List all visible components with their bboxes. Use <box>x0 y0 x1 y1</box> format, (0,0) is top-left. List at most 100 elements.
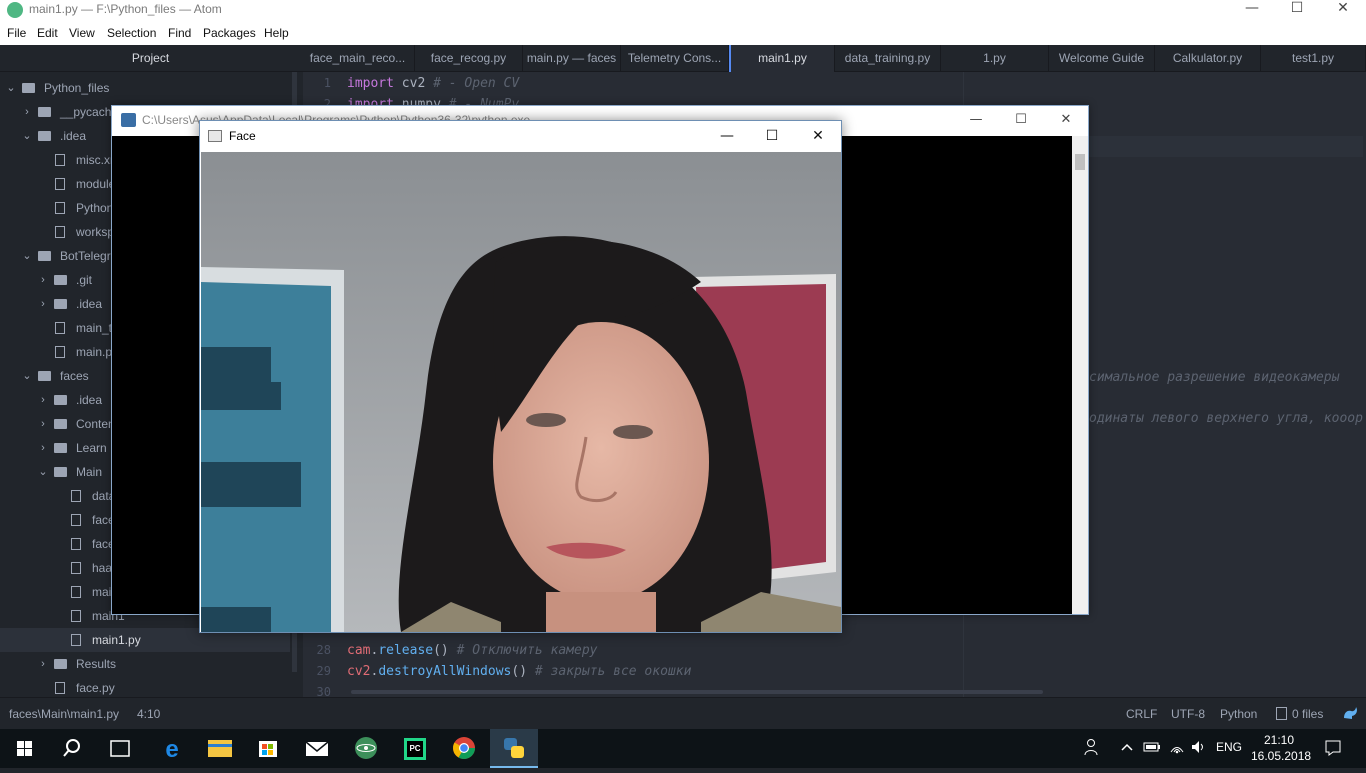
clock-time: 21:10 <box>1263 733 1295 747</box>
minimize-button[interactable]: — <box>1229 0 1275 21</box>
menu-bar: File Edit View Selection Find Packages H… <box>0 21 1366 45</box>
tree-file[interactable]: face.py <box>0 676 290 697</box>
tree-folder[interactable]: › Results <box>0 652 290 676</box>
folder-icon <box>54 275 67 285</box>
tab-welcome-guide[interactable]: Welcome Guide <box>1049 45 1155 72</box>
line-number: 1 <box>323 76 331 90</box>
file-icon <box>71 586 81 598</box>
taskbar-pycharm[interactable]: PC <box>391 729 439 768</box>
tab-data-training[interactable]: data_training.py <box>835 45 941 72</box>
tab-face-main-reco[interactable]: face_main_reco... <box>301 45 415 72</box>
task-view-button[interactable] <box>96 729 144 768</box>
file-icon <box>71 514 81 526</box>
taskbar-atom[interactable] <box>342 729 390 768</box>
folder-icon <box>38 371 51 381</box>
battery-icon[interactable] <box>1143 739 1161 758</box>
line-number: 28 <box>316 643 331 657</box>
taskbar-chrome[interactable] <box>440 729 488 768</box>
tab-main-faces[interactable]: main.py — faces <box>523 45 621 72</box>
taskbar-edge[interactable]: e <box>148 729 196 768</box>
chevron-up-icon[interactable] <box>1120 738 1134 759</box>
face-camera-window: Face — ☐ ✕ <box>199 120 842 633</box>
comment: # закрыть все окошки <box>527 664 692 679</box>
status-git-files[interactable]: 0 files <box>1292 707 1323 721</box>
language-indicator[interactable]: ENG <box>1216 740 1242 754</box>
status-grammar[interactable]: Python <box>1220 707 1257 721</box>
chevron-right-icon[interactable]: › <box>38 652 48 676</box>
atom-icon <box>355 737 377 759</box>
status-cursor-position[interactable]: 4:10 <box>137 707 160 721</box>
start-button[interactable] <box>0 729 48 768</box>
folder-icon <box>22 83 35 93</box>
menu-find[interactable]: Find <box>168 26 191 40</box>
face-close-button[interactable]: ✕ <box>795 125 841 147</box>
chevron-down-icon[interactable]: ⌄ <box>6 76 16 100</box>
people-icon[interactable] <box>1083 738 1099 759</box>
chevron-right-icon[interactable]: › <box>38 268 48 292</box>
squirrel-update-icon[interactable] <box>1342 706 1358 723</box>
taskbar-mail[interactable] <box>293 729 341 768</box>
system-clock[interactable]: 21:10 16.05.2018 <box>1251 732 1311 764</box>
tab-calkulator[interactable]: Calkulator.py <box>1155 45 1261 72</box>
parens: () <box>433 643 449 658</box>
chevron-right-icon[interactable]: › <box>38 292 48 316</box>
menu-selection[interactable]: Selection <box>107 26 156 40</box>
menu-view[interactable]: View <box>69 26 95 40</box>
svg-text:PC: PC <box>409 744 420 753</box>
window-icon <box>208 130 222 142</box>
face-minimize-button[interactable]: — <box>704 125 750 147</box>
tree-item-label: Python_files <box>44 81 110 95</box>
tree-item-label: .git <box>76 273 93 287</box>
tab-1py[interactable]: 1.py <box>941 45 1049 72</box>
code-comment-fragment: симальное разрешение видеокамеры <box>1089 370 1340 385</box>
tree-item-label: faces <box>60 369 89 383</box>
chevron-down-icon[interactable]: ⌄ <box>38 460 48 484</box>
face-maximize-button[interactable]: ☐ <box>749 125 795 147</box>
tree-item-label: main1.py <box>92 633 141 647</box>
maximize-button[interactable]: ☐ <box>1274 0 1320 21</box>
chevron-right-icon[interactable]: › <box>38 388 48 412</box>
tab-telemetry-console[interactable]: Telemetry Cons... <box>621 45 729 72</box>
tab-face-recog[interactable]: face_recog.py <box>415 45 523 72</box>
chevron-down-icon[interactable]: ⌄ <box>22 244 32 268</box>
tree-item-label: .idea <box>76 393 103 407</box>
tab-test1[interactable]: test1.py <box>1261 45 1366 72</box>
file-icon <box>71 490 81 502</box>
chevron-right-icon[interactable]: › <box>38 436 48 460</box>
variable: cam <box>347 643 371 658</box>
chrome-icon <box>453 737 475 759</box>
status-file-path[interactable]: faces\Main\main1.py <box>9 707 119 721</box>
menu-edit[interactable]: Edit <box>37 26 58 40</box>
chevron-right-icon[interactable]: › <box>22 100 32 124</box>
close-button[interactable]: ✕ <box>1320 0 1366 21</box>
tab-main1-active[interactable]: main1.py <box>729 45 835 72</box>
menu-file[interactable]: File <box>7 26 26 40</box>
console-minimize-button[interactable]: — <box>953 109 999 131</box>
console-scrollbar[interactable] <box>1072 136 1088 614</box>
volume-icon[interactable] <box>1190 739 1208 758</box>
status-encoding[interactable]: UTF-8 <box>1171 707 1205 721</box>
tree-folder[interactable]: ⌄ Python_files <box>0 76 290 100</box>
scrollbar-thumb[interactable] <box>1075 154 1085 170</box>
function-call: release <box>378 643 434 658</box>
window-titlebar: main1.py — F:\Python_files — Atom — ☐ ✕ <box>0 0 1366 21</box>
chevron-down-icon[interactable]: ⌄ <box>22 364 32 388</box>
taskbar-python[interactable] <box>490 729 538 768</box>
file-icon <box>71 538 81 550</box>
taskbar-file-explorer[interactable] <box>196 729 244 768</box>
console-close-button[interactable]: ✕ <box>1043 109 1089 131</box>
wifi-icon[interactable] <box>1168 739 1186 758</box>
menu-packages[interactable]: Packages <box>203 26 256 40</box>
line-number: 29 <box>316 664 331 678</box>
chevron-down-icon[interactable]: ⌄ <box>22 124 32 148</box>
search-button[interactable] <box>48 729 96 768</box>
folder-icon <box>38 107 51 117</box>
folder-icon <box>54 395 67 405</box>
notifications-icon[interactable] <box>1324 739 1342 760</box>
menu-help[interactable]: Help <box>264 26 289 40</box>
status-line-ending[interactable]: CRLF <box>1126 707 1157 721</box>
editor-horizontal-scrollbar[interactable] <box>351 690 1043 694</box>
console-maximize-button[interactable]: ☐ <box>998 109 1044 131</box>
taskbar-store[interactable] <box>244 729 292 768</box>
chevron-right-icon[interactable]: › <box>38 412 48 436</box>
